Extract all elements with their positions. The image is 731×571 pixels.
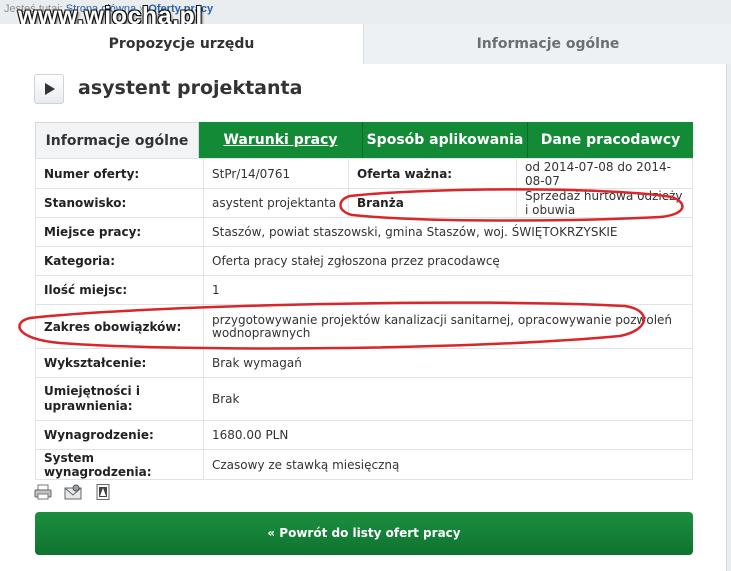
system-wynagrodzenia-value: Czasowy ze stawką miesięczną xyxy=(203,449,693,480)
miejsce-pracy-value: Staszów, powiat staszowski, gmina Staszó… xyxy=(203,217,693,247)
stanowisko-value: asystent projektanta xyxy=(203,188,349,218)
subtab-dane-pracodawcy[interactable]: Dane pracodawcy xyxy=(527,122,693,158)
play-icon xyxy=(45,83,55,95)
zakres-obowiazkow-value: przygotowywanie projektów kanalizacji sa… xyxy=(203,304,693,349)
tab-informacje-ogolne[interactable]: Informacje ogólne xyxy=(363,24,731,64)
wynagrodzenie-value: 1680.00 PLN xyxy=(203,420,693,450)
offer-panel: asystent projektanta Informacje ogólne W… xyxy=(0,64,727,571)
zakres-obowiazkow-label: Zakres obowiązków: xyxy=(35,304,204,349)
back-to-offers-button[interactable]: « Powrót do listy ofert pracy xyxy=(35,512,693,555)
subtab-informacje-ogolne[interactable]: Informacje ogólne xyxy=(35,122,199,158)
table-row: Zakres obowiązków: przygotowywanie proje… xyxy=(35,304,693,349)
table-row: Wykształcenie: Brak wymagań xyxy=(35,348,693,378)
table-row: System wynagrodzenia: Czasowy ze stawką … xyxy=(35,449,693,480)
tab-propozycje-urzedu[interactable]: Propozycje urzędu xyxy=(0,24,363,64)
table-row: Stanowisko: asystent projektanta Branża … xyxy=(35,188,693,218)
pdf-icon[interactable] xyxy=(94,484,112,500)
kategoria-label: Kategoria: xyxy=(35,246,204,276)
table-row: Umiejętności i uprawnienia: Brak xyxy=(35,377,693,421)
table-row: Wynagrodzenie: 1680.00 PLN xyxy=(35,420,693,450)
ilosc-miejsc-label: Ilość miejsc: xyxy=(35,275,204,305)
table-row: Ilość miejsc: 1 xyxy=(35,275,693,305)
table-row: Miejsce pracy: Staszów, powiat staszowsk… xyxy=(35,217,693,247)
offer-details-table: Numer oferty: StPr/14/0761 Oferta ważna:… xyxy=(35,158,693,480)
table-row: Kategoria: Oferta pracy stałej zgłoszona… xyxy=(35,246,693,276)
expand-button[interactable] xyxy=(34,74,64,104)
stanowisko-label: Stanowisko: xyxy=(35,188,204,218)
print-icon[interactable] xyxy=(34,484,52,500)
numer-oferty-value: StPr/14/0761 xyxy=(203,158,349,189)
wyksztalcenie-label: Wykształcenie: xyxy=(35,348,204,378)
numer-oferty-label: Numer oferty: xyxy=(35,158,204,189)
oferta-wazna-label: Oferta ważna: xyxy=(348,158,517,189)
wynagrodzenie-label: Wynagrodzenie: xyxy=(35,420,204,450)
kategoria-value: Oferta pracy stałej zgłoszona przez prac… xyxy=(203,246,693,276)
subtab-sposob-aplikowania[interactable]: Sposób aplikowania xyxy=(362,122,527,158)
main-tabs: Propozycje urzędu Informacje ogólne xyxy=(0,24,731,64)
subtab-warunki-pracy[interactable]: Warunki pracy xyxy=(199,122,362,158)
oferta-wazna-value: od 2014-07-08 do 2014-08-07 xyxy=(516,158,693,189)
wyksztalcenie-value: Brak wymagań xyxy=(203,348,693,378)
email-icon[interactable] xyxy=(64,484,82,500)
system-wynagrodzenia-label: System wynagrodzenia: xyxy=(35,449,204,480)
branza-label: Branża xyxy=(348,188,517,218)
umiejetnosci-value: Brak xyxy=(203,377,693,421)
offer-subtabs: Informacje ogólne Warunki pracy Sposób a… xyxy=(35,122,693,158)
umiejetnosci-label: Umiejętności i uprawnienia: xyxy=(35,377,204,421)
table-row: Numer oferty: StPr/14/0761 Oferta ważna:… xyxy=(35,158,693,189)
branza-value: Sprzedaż hurtowa odzieży i obuwia xyxy=(516,188,693,218)
page-title: asystent projektanta xyxy=(78,77,303,99)
ilosc-miejsc-value: 1 xyxy=(203,275,693,305)
miejsce-pracy-label: Miejsce pracy: xyxy=(35,217,204,247)
